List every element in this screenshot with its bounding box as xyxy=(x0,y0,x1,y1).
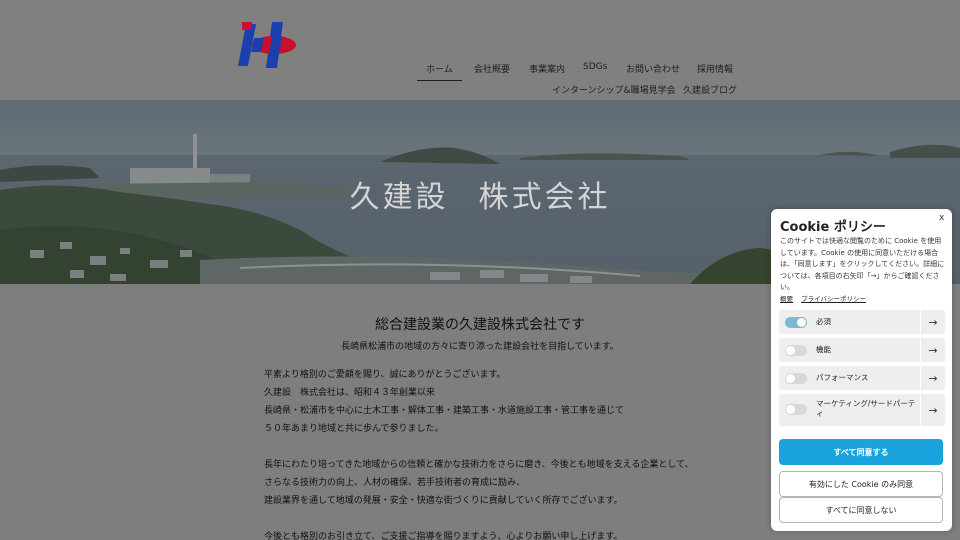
cookie-category-required: 必須 → xyxy=(779,310,945,334)
cookie-panel-title: Cookie ポリシー xyxy=(780,220,886,235)
arrow-right-icon[interactable]: → xyxy=(920,394,945,426)
reject-all-button[interactable]: すべてに同意しない xyxy=(779,497,943,523)
overview-link[interactable]: 概要 xyxy=(780,295,793,303)
category-label: マーケティング/サードパーティ xyxy=(816,399,916,418)
cookie-category-functional: 機能 → xyxy=(779,338,945,362)
performance-toggle[interactable] xyxy=(785,373,807,384)
greeting-line-8: 今後とも格別のお引き立て、ご支援ご指導を賜りますよう、心よりお願い申し上げます。 xyxy=(264,532,623,540)
cookie-category-marketing: マーケティング/サードパーティ → xyxy=(779,394,945,426)
nav-internship[interactable]: インターンシップ&職場見学会 xyxy=(552,83,676,96)
greeting-line-5: 長年にわたり培ってきた地域からの信頼と確かな技術力をさらに磨き、今後とも地域を支… xyxy=(264,460,694,470)
nav-company[interactable]: 会社概要 xyxy=(474,62,510,75)
nav-home[interactable]: ホーム xyxy=(417,62,462,81)
functional-toggle[interactable] xyxy=(785,345,807,356)
arrow-right-icon[interactable]: → xyxy=(920,366,945,390)
greeting-line-2: 久建設 株式会社は、昭和４３年創業以来 xyxy=(264,388,436,398)
main-nav: ホーム 会社概要 事業案内 SDGs お問い合わせ 採用情報 インターンシップ&… xyxy=(0,0,960,100)
nav-blog[interactable]: 久建設ブログ xyxy=(683,83,737,96)
category-label: 必須 xyxy=(816,317,831,326)
greeting-line-4: ５０年あまり地域と共に歩んで参りました。 xyxy=(264,424,444,434)
cookie-description: このサイトでは快適な閲覧のために Cookie を使用しています。Cookie … xyxy=(780,237,945,291)
cookie-links: 概要 プライバシーポリシー xyxy=(780,293,872,303)
greeting-line-6: さらなる技術力の向上、人材の確保、若手技術者の育成に励み、 xyxy=(264,478,526,488)
accept-enabled-button[interactable]: 有効にした Cookie のみ同意 xyxy=(779,471,943,497)
greeting-line-3: 長崎県・松浦市を中心に土木工事・解体工事・建築工事・水道施設工事・管工事を通じて xyxy=(264,406,625,416)
arrow-right-icon[interactable]: → xyxy=(920,338,945,362)
nav-business[interactable]: 事業案内 xyxy=(529,62,565,75)
category-label: パフォーマンス xyxy=(816,373,869,382)
category-label: 機能 xyxy=(816,345,831,354)
required-toggle[interactable] xyxy=(785,317,807,328)
nav-recruit[interactable]: 採用情報 xyxy=(697,62,733,75)
cookie-category-performance: パフォーマンス → xyxy=(779,366,945,390)
site-header: ホーム 会社概要 事業案内 SDGs お問い合わせ 採用情報 インターンシップ&… xyxy=(0,0,960,100)
close-icon[interactable]: x xyxy=(939,213,944,223)
marketing-toggle[interactable] xyxy=(785,404,807,415)
nav-contact[interactable]: お問い合わせ xyxy=(626,62,680,75)
cookie-policy-panel: Cookie ポリシー x このサイトでは快適な閲覧のために Cookie を使… xyxy=(771,209,952,531)
arrow-right-icon[interactable]: → xyxy=(920,310,945,334)
accept-all-button[interactable]: すべて同意する xyxy=(779,439,943,465)
nav-sdgs[interactable]: SDGs xyxy=(583,62,607,72)
privacy-policy-link[interactable]: プライバシーポリシー xyxy=(801,295,866,303)
greeting-line-7: 建設業界を通して地域の発展・安全・快適な街づくりに貢献していく所存でございます。 xyxy=(264,496,623,506)
greeting-line-1: 平素より格別のご愛顧を賜り、誠にありがとうございます。 xyxy=(264,370,506,380)
